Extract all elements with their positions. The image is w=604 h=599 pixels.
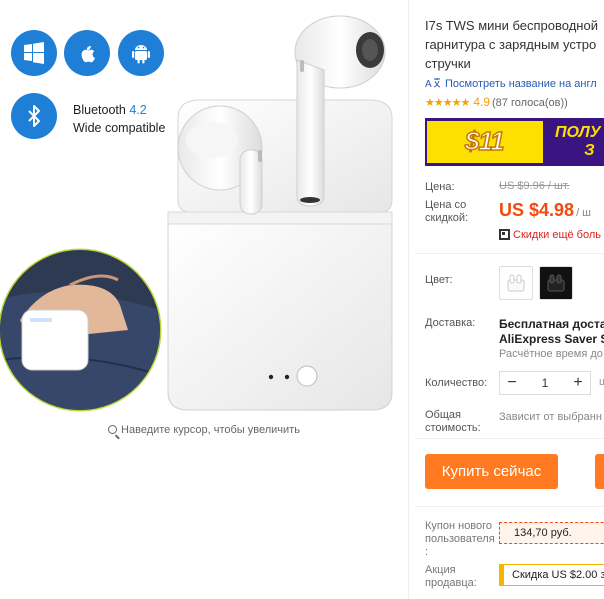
color-option-white[interactable] xyxy=(499,266,533,300)
quantity-label: Количество: xyxy=(425,377,488,389)
rating-count[interactable]: (87 голоса(ов)) xyxy=(492,97,568,109)
price-unit: / ш xyxy=(576,207,591,219)
divider xyxy=(415,506,604,507)
svg-text:A: A xyxy=(425,79,432,89)
discount-price-label: Цена со скидкой: xyxy=(425,199,468,225)
buy-now-button[interactable]: Купить сейчас xyxy=(425,454,558,489)
translate-link-text[interactable]: Посмотреть название на англ xyxy=(445,78,597,90)
shipping-estimate: Расчётное время до xyxy=(499,348,603,360)
old-price: US $9.96 / шт. xyxy=(499,180,570,192)
quantity-increase-button[interactable]: + xyxy=(566,372,590,394)
title-line-3: стручки xyxy=(425,56,471,71)
total-label-line-1: Общая xyxy=(425,409,461,421)
more-discounts-text[interactable]: Скидки ещё боль xyxy=(513,229,601,241)
total-value: Зависит от выбранн xyxy=(499,411,602,423)
seller-label-line-2: продавца: xyxy=(425,577,477,589)
shipping-title-line-2: AliExpress Saver Shi xyxy=(499,332,604,346)
earbuds-illustration xyxy=(0,15,393,412)
promo-banner[interactable]: $11 ПОЛУ З xyxy=(425,118,604,166)
quantity-unit: ш xyxy=(599,376,604,388)
promo-right-text: ПОЛУ З xyxy=(555,124,601,160)
discount-price: US $4.98/ ш xyxy=(499,200,591,221)
total-label-line-2: стоимость: xyxy=(425,422,481,434)
promo-price: $11 xyxy=(464,125,505,157)
promo-right-line-1: ПОЛУ xyxy=(555,124,601,141)
shipping-label: Доставка: xyxy=(425,317,476,329)
new-user-label-line-2: пользователя xyxy=(425,533,495,545)
shipping-method[interactable]: Бесплатная достав AliExpress Saver Shi xyxy=(499,317,604,347)
translate-link[interactable]: A Посмотреть название на англ xyxy=(425,77,597,90)
magnifier-icon xyxy=(108,425,118,434)
new-user-label-line-1: Купон нового xyxy=(425,520,493,532)
product-gallery: Bluetooth 4.2 Wide compatible Наведите к… xyxy=(0,0,408,599)
shipping-title-line-1: Бесплатная достав xyxy=(499,317,604,331)
quantity-stepper: − 1 + xyxy=(499,371,591,395)
color-option-black[interactable] xyxy=(539,266,573,300)
add-to-cart-button[interactable] xyxy=(595,454,604,489)
seller-promo-text: Скидка US $2.00 за xyxy=(512,569,604,581)
star-rating-icon: ★★★★★ xyxy=(425,97,470,109)
discount-price-value: US $4.98 xyxy=(499,200,575,220)
title-line-2: гарнитура с зарядным устро xyxy=(425,37,597,52)
white-case-thumbnail xyxy=(507,274,525,292)
divider xyxy=(415,253,604,254)
translate-icon: A xyxy=(425,78,441,89)
divider xyxy=(415,438,604,439)
zoom-hint: Наведите курсор, чтобы увеличить xyxy=(0,424,408,436)
color-label: Цвет: xyxy=(425,274,453,286)
new-user-coupon[interactable]: 134,70 руб. xyxy=(499,522,604,544)
promo-right-line-2: З xyxy=(584,142,595,159)
seller-promo-label: Акция продавца: xyxy=(425,564,477,590)
discount-label-line-2: скидкой: xyxy=(425,212,469,224)
title-line-1: I7s TWS мини беспроводной xyxy=(425,18,598,33)
seller-promo-coupon[interactable]: Скидка US $2.00 за xyxy=(499,564,604,586)
new-user-label-line-3: : xyxy=(425,546,429,558)
black-case-thumbnail xyxy=(547,274,565,292)
more-discounts-link[interactable]: Скидки ещё боль xyxy=(499,229,601,241)
discount-label-line-1: Цена со xyxy=(425,199,467,211)
price-label: Цена: xyxy=(425,181,455,193)
qr-code-icon xyxy=(499,229,510,240)
quantity-input[interactable]: 1 xyxy=(524,376,566,390)
product-info-panel: I7s TWS мини беспроводной гарнитура с за… xyxy=(415,0,604,599)
rating-value: 4.9 xyxy=(473,95,490,109)
new-user-coupon-amount: 134,70 руб. xyxy=(514,527,572,539)
zoom-hint-text: Наведите курсор, чтобы увеличить xyxy=(121,424,300,436)
product-title: I7s TWS мини беспроводной гарнитура с за… xyxy=(425,16,604,73)
product-main-image[interactable]: Bluetooth 4.2 Wide compatible xyxy=(0,0,408,420)
divider xyxy=(408,0,409,599)
rating[interactable]: ★★★★★ 4.9 (87 голоса(ов)) xyxy=(425,95,568,109)
quantity-decrease-button[interactable]: − xyxy=(500,372,524,394)
seller-label-line-1: Акция xyxy=(425,564,456,576)
new-user-coupon-label: Купон нового пользователя : xyxy=(425,520,495,559)
total-label: Общая стоимость: xyxy=(425,409,481,435)
